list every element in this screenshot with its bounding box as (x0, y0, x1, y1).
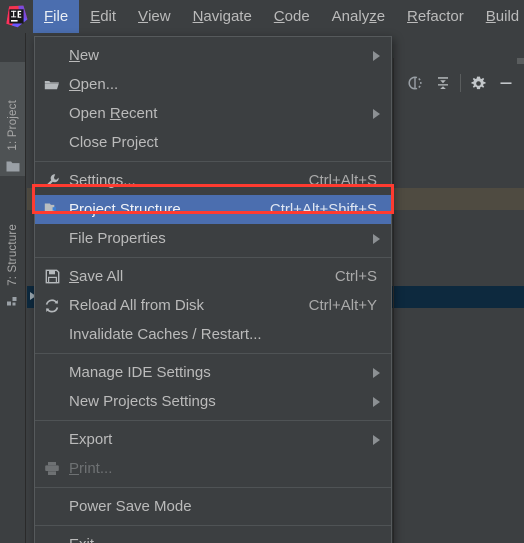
menu-item-label: Save All (69, 268, 124, 285)
menu-bar-item-analyze[interactable]: Analy z e (321, 0, 396, 33)
menu-item-label: New Projects Settings (69, 393, 216, 410)
folder-icon (5, 158, 21, 174)
menu-item-label: Settings... (69, 172, 136, 189)
menu-item-manage-ide-settings[interactable]: Manage IDE Settings (35, 358, 391, 387)
hide-icon[interactable] (492, 70, 520, 96)
vertical-scrollbar-thumb[interactable] (517, 58, 524, 64)
print-icon (41, 461, 63, 476)
menu-item-label: Open Recent (69, 105, 158, 122)
menu-item-shortcut: Ctrl+S (334, 268, 377, 285)
menu-item-open[interactable]: Open... (35, 70, 391, 99)
menu-item-label: Invalidate Caches / Restart... (69, 326, 262, 343)
menu-bar-item-view[interactable]: View (127, 0, 182, 33)
chevron-right-icon (373, 396, 380, 407)
chevron-right-icon (373, 367, 380, 378)
menu-separator (35, 420, 391, 421)
menu-item-invalidate-caches-restart[interactable]: Invalidate Caches / Restart... (35, 320, 391, 349)
menu-item-close-project[interactable]: Close Project (35, 128, 391, 157)
intellij-idea-window: File Edit View Navigate Code Analy z e Refactor B… (0, 0, 524, 543)
menu-bar: File Edit View Navigate Code Analy z e Refactor B… (0, 0, 524, 33)
menu-bar-item-refactor[interactable]: Refactor (396, 0, 475, 33)
menu-item-label: File Properties (69, 230, 166, 247)
tool-window-toolbar (401, 70, 520, 96)
menu-item-new-projects-settings[interactable]: New Projects Settings (35, 387, 391, 416)
menu-item-power-save-mode[interactable]: Power Save Mode (35, 492, 391, 521)
menu-bar-item-build[interactable]: Build (475, 0, 524, 33)
menu-bar-item-code[interactable]: Code (263, 0, 321, 33)
sidebar-item-project-label: 1: Project (6, 100, 19, 151)
project-structure-icon (41, 202, 63, 217)
menu-item-exit[interactable]: Exit (35, 530, 391, 543)
menu-item-label: Exit (69, 536, 94, 543)
menu-item-label: Export (69, 431, 113, 448)
chevron-right-icon (373, 233, 380, 244)
sidebar-item-structure-label: 7: Structure (6, 224, 19, 286)
intellij-idea-logo-icon (0, 0, 33, 33)
folder-open-icon (41, 78, 63, 92)
structure-icon (5, 293, 21, 309)
menu-item-project-structure[interactable]: Project Structure... Ctrl+Alt+Shift+S (35, 195, 391, 224)
panel-divider (393, 58, 394, 543)
menu-item-label: Print... (69, 460, 113, 477)
menu-separator (35, 353, 391, 354)
menu-item-save-all[interactable]: Save All Ctrl+S (35, 262, 391, 291)
reload-icon (41, 298, 63, 314)
menu-item-label: Project Structure... (69, 201, 194, 218)
gear-icon[interactable] (464, 70, 492, 96)
sidebar-item-structure[interactable]: 7: Structure (0, 185, 25, 311)
save-icon (41, 269, 63, 284)
menu-item-label: Reload All from Disk (69, 297, 205, 314)
collapse-all-icon[interactable] (429, 70, 457, 96)
menu-item-settings[interactable]: Settings... Ctrl+Alt+S (35, 166, 391, 195)
menu-item-new[interactable]: New (35, 41, 391, 70)
chevron-right-icon (373, 108, 380, 119)
tool-window-stripe-left: 1: Project 7: Structure (0, 33, 26, 543)
menu-item-shortcut: Ctrl+Alt+Shift+S (269, 201, 377, 218)
wrench-icon (41, 173, 63, 189)
menu-item-label: Open... (69, 76, 119, 93)
chevron-right-icon (373, 50, 380, 61)
file-menu-popup: New Open... Open Recent Close Project Settin… (34, 36, 392, 543)
menu-separator (35, 487, 391, 488)
sidebar-item-project[interactable]: 1: Project (0, 62, 25, 176)
menu-bar-item-file[interactable]: File (33, 0, 80, 33)
menu-bar-item-navigate[interactable]: Navigate (182, 0, 263, 33)
menu-item-label: New (69, 47, 100, 64)
menu-item-label: Manage IDE Settings (69, 364, 211, 381)
menu-item-shortcut: Ctrl+Alt+S (308, 172, 377, 189)
menu-item-print: Print... (35, 454, 391, 483)
menu-item-label: Power Save Mode (69, 498, 192, 515)
menu-item-label: Close Project (69, 134, 159, 151)
menu-item-reload-all-from-disk[interactable]: Reload All from Disk Ctrl+Alt+Y (35, 291, 391, 320)
menu-item-file-properties[interactable]: File Properties (35, 224, 391, 253)
menu-item-open-recent[interactable]: Open Recent (35, 99, 391, 128)
menu-bar-item-edit[interactable]: Edit (79, 0, 127, 33)
toolbar-separator (460, 74, 461, 92)
menu-item-shortcut: Ctrl+Alt+Y (308, 297, 377, 314)
menu-bar-items: File Edit View Navigate Code Analy z e Refactor B… (33, 0, 524, 33)
collapse-scope-icon[interactable] (401, 70, 429, 96)
menu-item-export[interactable]: Export (35, 425, 391, 454)
menu-separator (35, 257, 391, 258)
menu-separator (35, 161, 391, 162)
chevron-right-icon (373, 434, 380, 445)
menu-separator (35, 525, 391, 526)
